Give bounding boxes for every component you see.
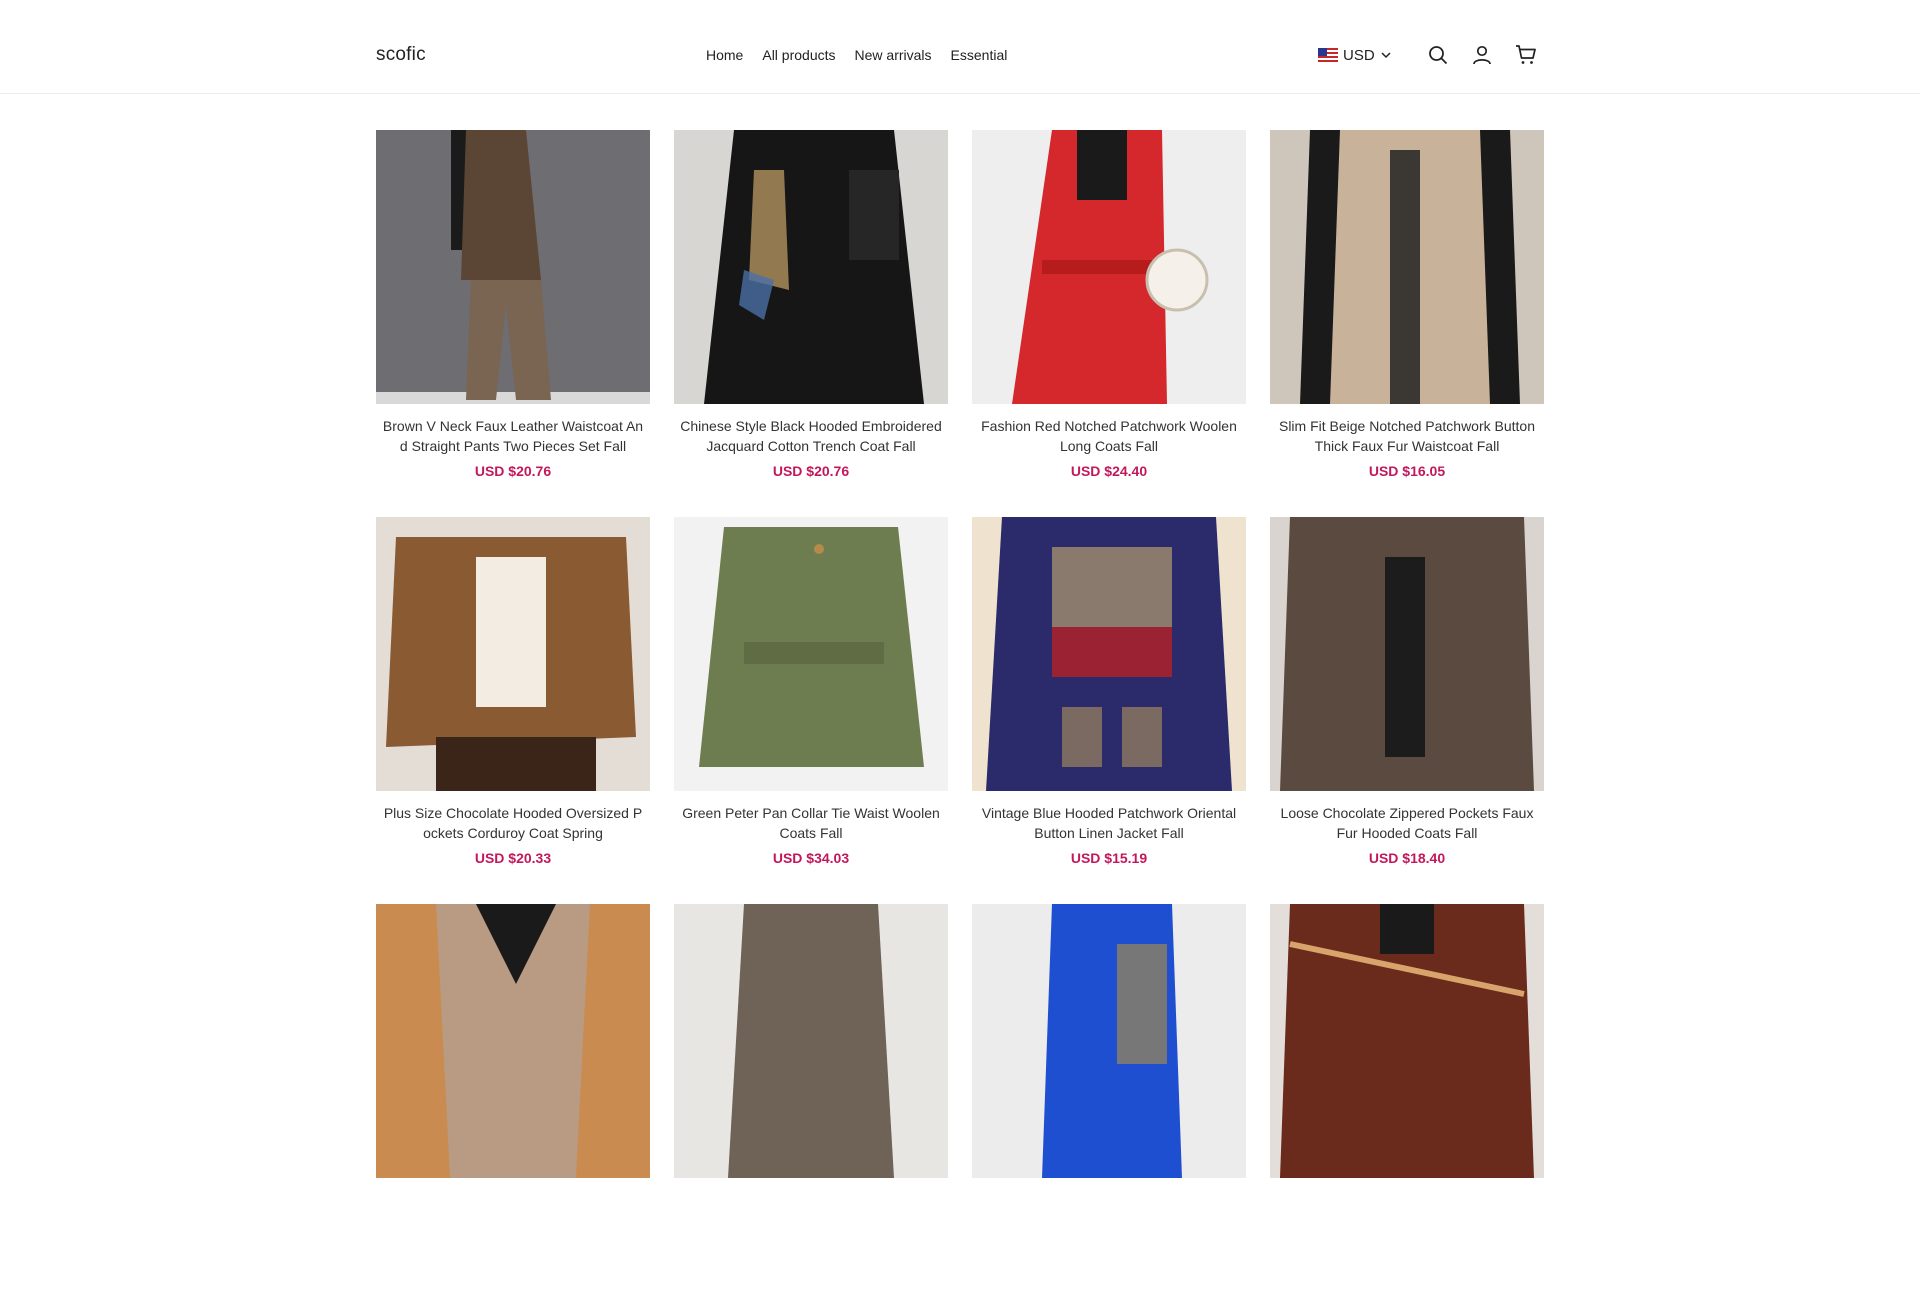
nav-new-arrivals[interactable]: New arrivals bbox=[855, 47, 932, 63]
currency-label: USD bbox=[1343, 46, 1375, 64]
product-card[interactable] bbox=[674, 904, 948, 1291]
main-nav: Home All products New arrivals Essential bbox=[706, 47, 1007, 63]
product-image[interactable] bbox=[376, 517, 650, 791]
product-card[interactable]: Loose Chocolate Zippered Pockets Faux Fu… bbox=[1270, 517, 1544, 904]
product-card[interactable] bbox=[972, 904, 1246, 1291]
header-tools: USD bbox=[1318, 43, 1538, 67]
product-card[interactable]: Chinese Style Black Hooded Embroidered J… bbox=[674, 130, 948, 517]
product-price: USD $24.40 bbox=[1070, 463, 1148, 479]
product-title[interactable]: Slim Fit Beige Notched Patchwork Button … bbox=[1270, 416, 1544, 456]
product-title[interactable]: Brown V Neck Faux Leather Waistcoat And … bbox=[376, 416, 650, 456]
product-image[interactable] bbox=[674, 904, 948, 1178]
product-title[interactable]: Fashion Red Notched Patchwork Woolen Lon… bbox=[972, 416, 1246, 456]
product-price: USD $20.76 bbox=[772, 463, 850, 479]
nav-essential[interactable]: Essential bbox=[951, 47, 1008, 63]
store-logo[interactable]: scofic bbox=[376, 44, 426, 66]
product-card[interactable] bbox=[1270, 904, 1544, 1291]
account-icon[interactable] bbox=[1470, 43, 1494, 67]
product-card[interactable]: Plus Size Chocolate Hooded Oversized Poc… bbox=[376, 517, 650, 904]
product-title[interactable]: Loose Chocolate Zippered Pockets Faux Fu… bbox=[1270, 803, 1544, 843]
product-price: USD $18.40 bbox=[1368, 850, 1446, 866]
product-card[interactable]: Fashion Red Notched Patchwork Woolen Lon… bbox=[972, 130, 1246, 517]
currency-selector[interactable]: USD bbox=[1318, 47, 1392, 64]
product-image[interactable] bbox=[674, 517, 948, 791]
product-grid: Brown V Neck Faux Leather Waistcoat And … bbox=[376, 130, 1544, 1291]
product-title[interactable]: Chinese Style Black Hooded Embroidered J… bbox=[674, 416, 948, 456]
product-image[interactable] bbox=[1270, 517, 1544, 791]
product-card[interactable] bbox=[376, 904, 650, 1291]
product-title[interactable]: Vintage Blue Hooded Patchwork Oriental B… bbox=[972, 803, 1246, 843]
product-image[interactable] bbox=[376, 130, 650, 404]
product-image[interactable] bbox=[1270, 904, 1544, 1178]
nav-home[interactable]: Home bbox=[706, 47, 743, 63]
product-image[interactable] bbox=[1270, 130, 1544, 404]
product-card[interactable]: Vintage Blue Hooded Patchwork Oriental B… bbox=[972, 517, 1246, 904]
product-image[interactable] bbox=[674, 130, 948, 404]
product-image[interactable] bbox=[972, 517, 1246, 791]
product-image[interactable] bbox=[972, 904, 1246, 1178]
product-image[interactable] bbox=[972, 130, 1246, 404]
cart-icon[interactable] bbox=[1514, 43, 1538, 67]
search-icon[interactable] bbox=[1426, 43, 1450, 67]
nav-all-products[interactable]: All products bbox=[762, 47, 835, 63]
product-image[interactable] bbox=[376, 904, 650, 1178]
product-price: USD $34.03 bbox=[772, 850, 850, 866]
product-price: USD $20.76 bbox=[474, 463, 552, 479]
product-card[interactable]: Green Peter Pan Collar Tie Waist Woolen … bbox=[674, 517, 948, 904]
chevron-down-icon bbox=[1381, 52, 1391, 59]
product-price: USD $16.05 bbox=[1368, 463, 1446, 479]
product-price: USD $15.19 bbox=[1070, 850, 1148, 866]
product-title[interactable]: Plus Size Chocolate Hooded Oversized Poc… bbox=[376, 803, 650, 843]
product-title[interactable]: Green Peter Pan Collar Tie Waist Woolen … bbox=[674, 803, 948, 843]
us-flag-icon bbox=[1318, 48, 1338, 62]
product-card[interactable]: Slim Fit Beige Notched Patchwork Button … bbox=[1270, 130, 1544, 517]
product-price: USD $20.33 bbox=[474, 850, 552, 866]
product-card[interactable]: Brown V Neck Faux Leather Waistcoat And … bbox=[376, 130, 650, 517]
site-header: scofic Home All products New arrivals Es… bbox=[0, 0, 1920, 94]
